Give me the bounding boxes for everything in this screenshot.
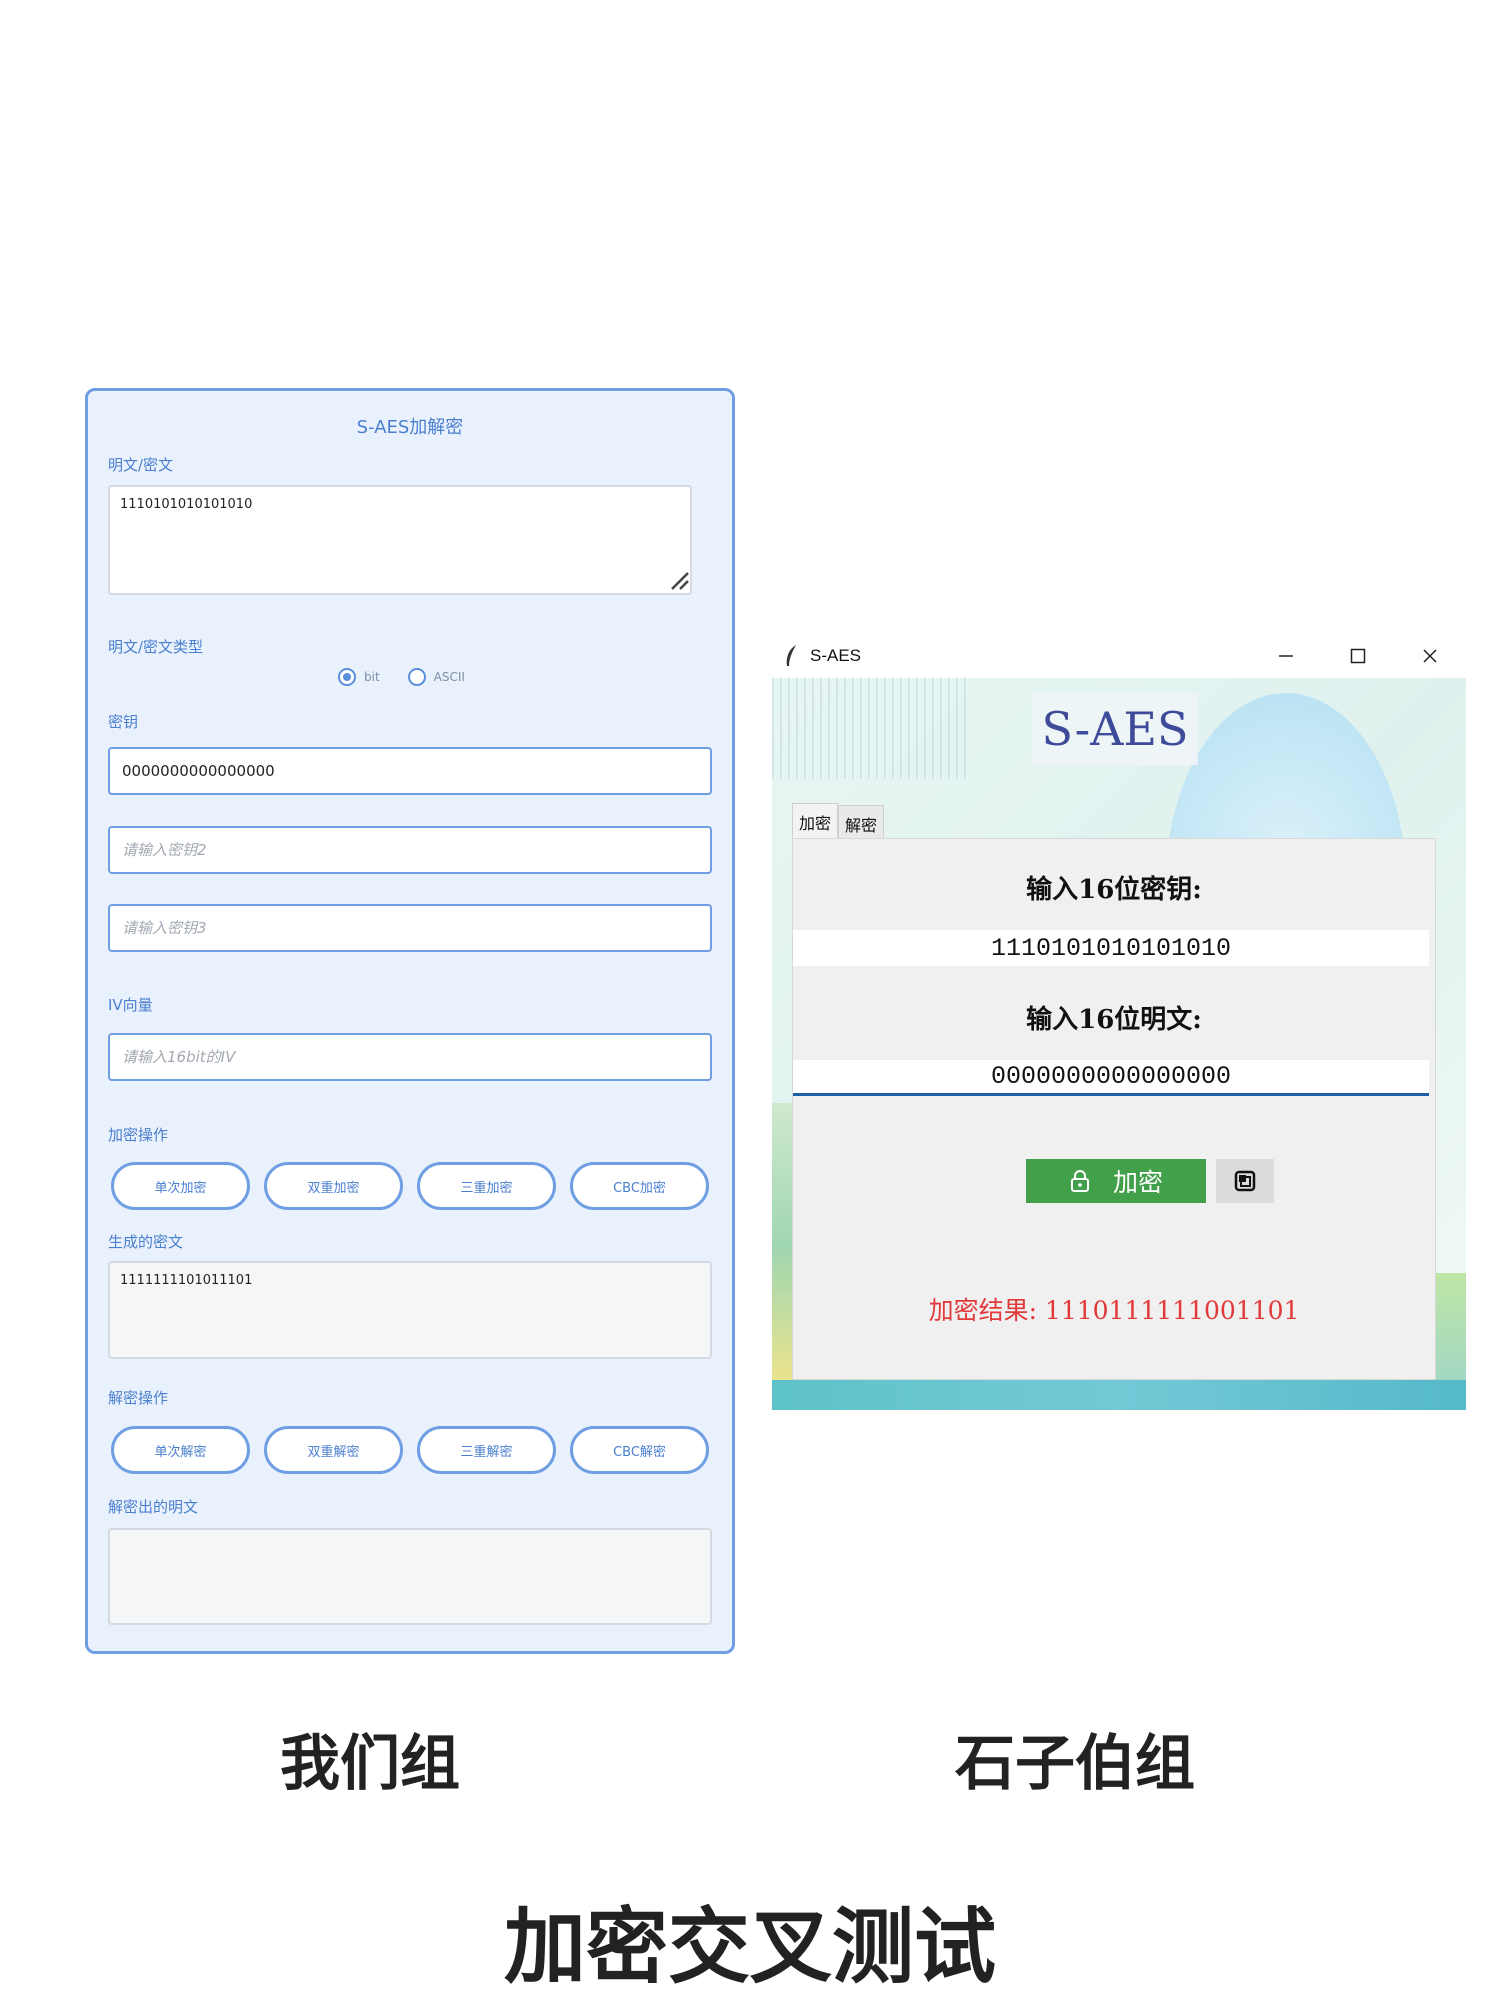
background-bottom-band: [772, 1380, 1466, 1410]
app-heading: S-AES: [1032, 693, 1198, 765]
close-icon: [1423, 648, 1437, 663]
key2-input[interactable]: [108, 826, 712, 874]
plaintext-textarea[interactable]: 1110101010101010: [108, 485, 692, 595]
triple-decrypt-button[interactable]: 三重解密: [417, 1426, 556, 1474]
iv-label: IV向量: [108, 996, 153, 1014]
plaintext-entry[interactable]: [793, 1060, 1429, 1096]
maximize-icon: [1350, 648, 1366, 663]
caption-other-group: 石子伯组: [955, 1729, 1195, 1799]
resize-grip-icon[interactable]: [668, 569, 690, 591]
window-titlebar[interactable]: S-AES: [772, 633, 1466, 678]
encrypt-button-row: 单次加密 双重加密 三重加密 CBC加密: [111, 1162, 709, 1210]
double-encrypt-button[interactable]: 双重加密: [264, 1162, 403, 1210]
decrypt-button-row: 单次解密 双重解密 三重解密 CBC解密: [111, 1426, 709, 1474]
iv-input[interactable]: [108, 1033, 712, 1081]
background-decoration-left: [772, 1103, 794, 1393]
key3-input[interactable]: [108, 904, 712, 952]
cbc-decrypt-button[interactable]: CBC解密: [570, 1426, 709, 1474]
caption-cross-test: 加密交叉测试: [503, 1900, 996, 1995]
tab-decrypt[interactable]: 解密: [838, 805, 885, 842]
decrypted-output[interactable]: [108, 1528, 712, 1625]
plaintext-entry-label: 输入16位明文:: [1026, 1005, 1202, 1035]
window-controls: [1250, 633, 1466, 678]
encrypt-result-text: 加密结果: 1110111111001101: [928, 1296, 1300, 1325]
single-encrypt-button[interactable]: 单次加密: [111, 1162, 250, 1210]
desktop-app-window: S-AES S-AES 加密 解密 输入16位密钥: 输入16位明文:: [772, 633, 1466, 1410]
lock-icon: [1070, 1170, 1089, 1192]
maximize-button[interactable]: [1322, 633, 1394, 678]
cbc-encrypt-button[interactable]: CBC加密: [570, 1162, 709, 1210]
minimize-icon: [1279, 654, 1293, 657]
single-decrypt-button[interactable]: 单次解密: [111, 1426, 250, 1474]
decrypted-label: 解密出的明文: [108, 1498, 199, 1516]
copy-button[interactable]: [1216, 1159, 1274, 1203]
key1-input[interactable]: [108, 747, 712, 795]
radio-checked-icon[interactable]: [338, 668, 356, 686]
minimize-button[interactable]: [1250, 633, 1322, 678]
plaintext-label: 明文/密文: [108, 456, 174, 474]
radio-option-ascii[interactable]: ASCII: [407, 668, 465, 686]
feather-icon: [786, 644, 796, 666]
decrypt-section-label: 解密操作: [108, 1389, 169, 1407]
text-type-radio-group: bit ASCII: [338, 668, 465, 686]
background-decoration-right: [1436, 1273, 1466, 1393]
text-type-label: 明文/密文类型: [108, 638, 204, 656]
encrypt-button[interactable]: 加密: [1026, 1159, 1206, 1203]
radio-label-bit: bit: [364, 670, 380, 684]
encrypt-tab-panel: 输入16位密钥: 输入16位明文: 加密 加密结果: 1110111111001…: [792, 838, 1436, 1380]
window-title: S-AES: [810, 645, 862, 665]
radio-option-bit[interactable]: bit: [338, 668, 380, 686]
tab-encrypt[interactable]: 加密: [792, 803, 839, 840]
key-entry[interactable]: [793, 930, 1429, 966]
web-form-title: S-AES加解密: [356, 417, 464, 438]
radio-label-ascii: ASCII: [433, 670, 465, 684]
radio-unchecked-icon[interactable]: [407, 668, 426, 686]
double-decrypt-button[interactable]: 双重解密: [264, 1426, 403, 1474]
key-label: 密钥: [108, 713, 139, 731]
background-decoration: [772, 678, 972, 778]
caption-our-group: 我们组: [280, 1729, 460, 1799]
ciphertext-label: 生成的密文: [108, 1233, 184, 1251]
key-entry-label: 输入16位密钥:: [1026, 875, 1202, 905]
web-form-panel: S-AES加解密 明文/密文 1110101010101010 明文/密文类型 …: [85, 388, 735, 1654]
copy-icon: [1234, 1170, 1256, 1192]
ciphertext-output[interactable]: 1111111101011101: [108, 1261, 712, 1359]
app-tabs: 加密 解密: [792, 803, 885, 842]
encrypt-button-label: 加密: [1112, 1168, 1163, 1197]
encrypt-section-label: 加密操作: [108, 1126, 169, 1144]
triple-encrypt-button[interactable]: 三重加密: [417, 1162, 556, 1210]
close-button[interactable]: [1394, 633, 1466, 678]
